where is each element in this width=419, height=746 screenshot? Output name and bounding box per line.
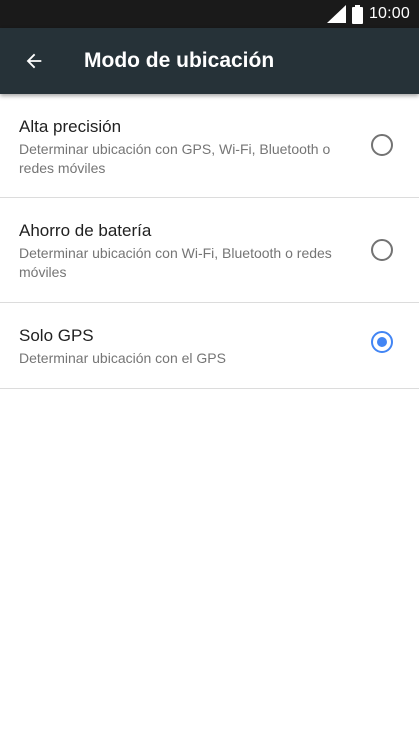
option-text: Ahorro de batería Determinar ubicación c… <box>19 220 339 282</box>
radio-battery-saving[interactable] <box>371 239 393 261</box>
option-high-accuracy[interactable]: Alta precisión Determinar ubicación con … <box>0 94 419 198</box>
app-bar: Modo de ubicación <box>0 28 419 94</box>
option-description: Determinar ubicación con Wi-Fi, Bluetoot… <box>19 245 332 280</box>
radio-selected-dot <box>377 337 387 347</box>
battery-icon <box>351 4 363 24</box>
radio-high-accuracy[interactable] <box>371 134 393 156</box>
option-text: Alta precisión Determinar ubicación con … <box>19 116 339 178</box>
option-description: Determinar ubicación con el GPS <box>19 350 226 366</box>
signal-icon <box>326 5 346 23</box>
option-battery-saving[interactable]: Ahorro de batería Determinar ubicación c… <box>0 198 419 303</box>
back-button[interactable] <box>10 37 58 85</box>
option-gps-only[interactable]: Solo GPS Determinar ubicación con el GPS <box>0 303 419 389</box>
option-description: Determinar ubicación con GPS, Wi-Fi, Blu… <box>19 141 331 176</box>
page-title: Modo de ubicación <box>84 49 275 72</box>
option-title: Solo GPS <box>19 326 94 345</box>
arrow-back-icon <box>26 53 42 69</box>
location-mode-list: Alta precisión Determinar ubicación con … <box>0 94 419 389</box>
option-title: Alta precisión <box>19 117 122 136</box>
status-icons: 10:00 <box>326 0 410 28</box>
radio-gps-only[interactable] <box>371 331 393 353</box>
status-bar: 10:00 <box>0 0 419 28</box>
option-text: Solo GPS Determinar ubicación con el GPS <box>19 325 339 368</box>
status-time: 10:00 <box>368 5 410 22</box>
option-title: Ahorro de batería <box>19 221 152 240</box>
